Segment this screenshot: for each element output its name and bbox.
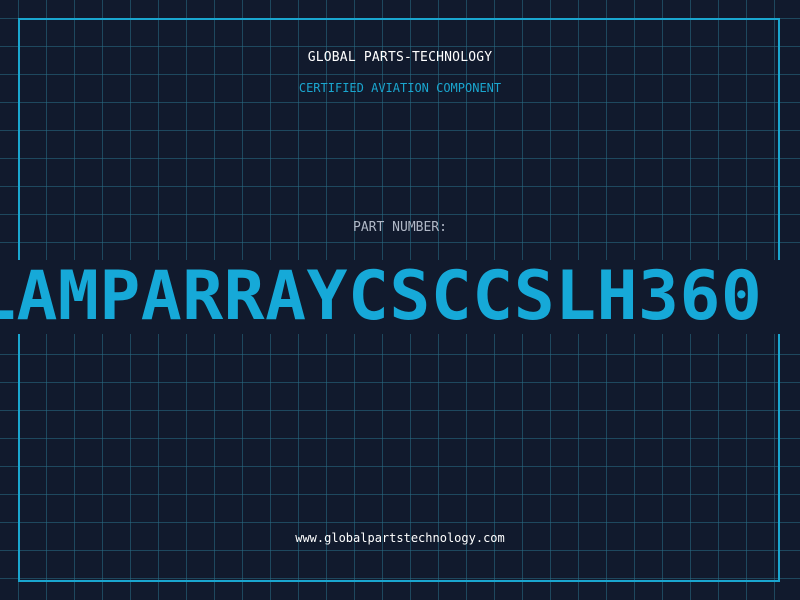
part-label-card: GLOBAL PARTS-TECHNOLOGY CERTIFIED AVIATI… [0, 0, 800, 600]
certification-tagline: CERTIFIED AVIATION COMPONENT [298, 81, 502, 95]
part-number-label: PART NUMBER: [353, 220, 447, 235]
company-name: GLOBAL PARTS-TECHNOLOGY [307, 50, 493, 65]
part-number-value: LAMPARRAYCSCCSLH360 [0, 260, 763, 334]
website-url: www.globalpartstechnology.com [295, 531, 505, 545]
part-number-band: LAMPARRAYCSCCSLH360 [0, 260, 800, 334]
